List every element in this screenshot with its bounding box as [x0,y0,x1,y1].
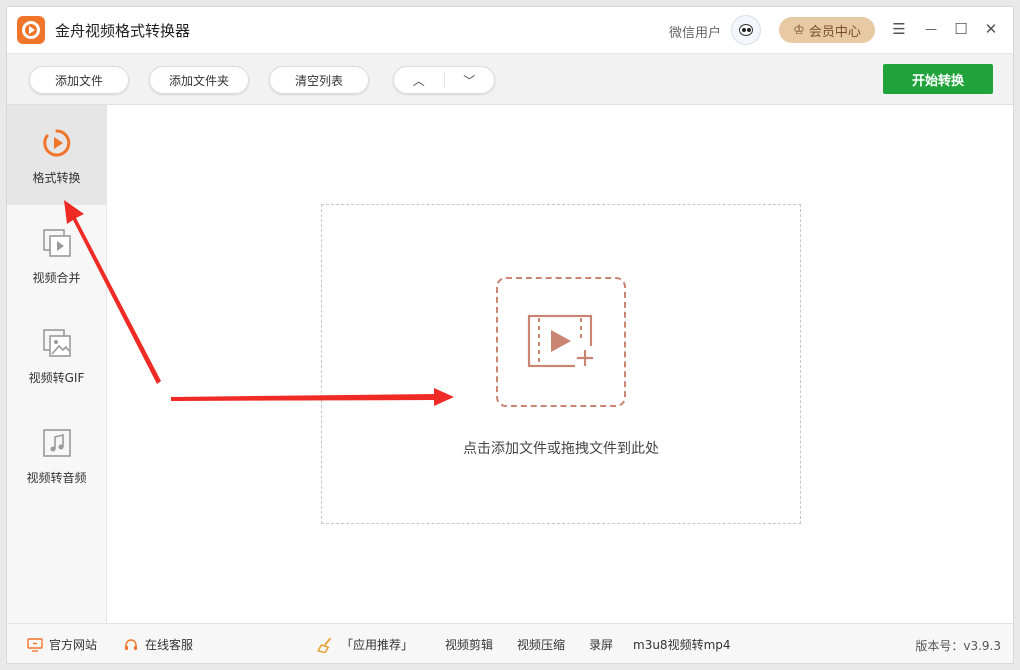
link-m3u8-to-mp4[interactable]: m3u8视频转mp4 [633,636,731,653]
broom-icon [317,637,332,653]
app-window: 金舟视频格式转换器 微信用户 ♔ 会员中心 ☰ — ☐ ✕ 添加文件 添加文件夹… [6,6,1014,664]
add-video-icon [527,314,595,368]
sidebar-item-label: 视频合并 [32,271,81,285]
website-label: 官方网站 [49,638,98,652]
vip-center-label: 会员中心 [808,24,861,40]
monitor-icon [27,637,43,652]
link-screen-record[interactable]: 录屏 [589,636,613,653]
clear-list-button[interactable]: 清空列表 [269,66,369,94]
recommend-label: 「应用推荐」 [341,638,414,652]
sidebar-item-video-merge[interactable]: 视频合并 [7,205,106,305]
link-video-compress[interactable]: 视频压缩 [517,636,565,653]
version-label: 版本号：v3.9.3 [915,639,1001,653]
video-merge-icon [42,229,71,257]
play-circle-icon [42,129,70,157]
sidebar-item-label: 视频转音频 [26,471,87,485]
sidebar-item-label: 视频转GIF [28,371,85,385]
headset-icon [125,638,137,650]
music-note-icon [42,429,71,457]
app-logo-icon [17,16,45,44]
sidebar-item-format-convert[interactable]: 格式转换 [7,105,106,205]
title-bar: 金舟视频格式转换器 微信用户 ♔ 会员中心 ☰ — ☐ ✕ [7,7,1013,53]
drop-hint-text: 点击添加文件或拖拽文件到此处 [463,441,659,457]
avatar[interactable] [731,15,761,45]
sidebar-item-label: 格式转换 [32,171,81,185]
menu-icon[interactable]: ☰ [889,19,909,39]
main-area: 点击添加文件或拖拽文件到此处 [107,105,1013,623]
add-folder-button[interactable]: 添加文件夹 [149,66,249,94]
move-down-button[interactable]: ﹀ [445,67,495,93]
sidebar-item-video-to-gif[interactable]: 视频转GIF [7,305,106,405]
vip-center-button[interactable]: ♔ 会员中心 [779,17,875,43]
close-button[interactable]: ✕ [981,19,1001,39]
app-title: 金舟视频格式转换器 [55,22,191,40]
minimize-button[interactable]: — [921,19,941,39]
footer: 官方网站 在线客服 「应用推荐」 视频剪辑 视频压缩 录屏 m3u8视频转mp4… [7,623,1013,663]
sidebar: 格式转换 视频合并 视频转GIF 视频转音频 [7,105,107,623]
maximize-button[interactable]: ☐ [951,19,971,39]
link-video-edit[interactable]: 视频剪辑 [445,636,493,653]
toolbar: 添加文件 添加文件夹 清空列表 ︿ ﹀ 开始转换 [7,53,1013,105]
image-icon [42,329,71,357]
support-label: 在线客服 [145,638,194,652]
add-file-button[interactable]: 添加文件 [29,66,129,94]
move-up-button[interactable]: ︿ [394,67,444,93]
drop-zone[interactable]: 点击添加文件或拖拽文件到此处 [321,204,801,524]
start-convert-button[interactable]: 开始转换 [883,64,993,94]
reorder-buttons: ︿ ﹀ [393,66,495,94]
user-name[interactable]: 微信用户 [669,22,721,41]
website-link[interactable]: 官方网站 [27,636,97,653]
recommend-section: 「应用推荐」 [317,636,413,653]
add-video-button[interactable] [496,277,626,407]
support-link[interactable]: 在线客服 [123,636,193,653]
sidebar-item-video-to-audio[interactable]: 视频转音频 [7,405,106,505]
crown-icon: ♔ [793,22,805,38]
